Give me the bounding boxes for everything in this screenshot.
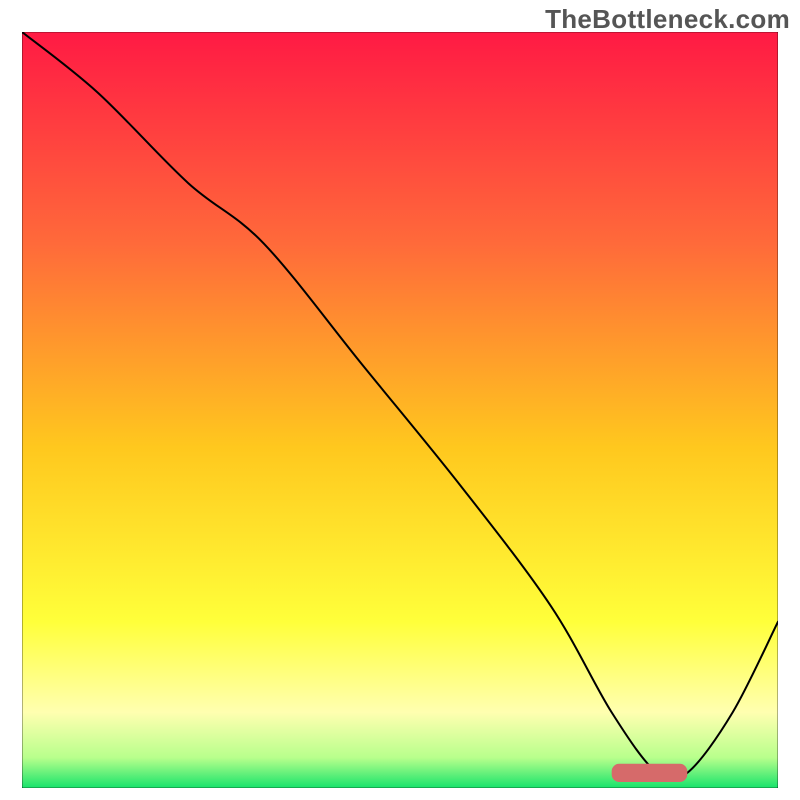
chart-svg	[22, 32, 778, 788]
watermark-text: TheBottleneck.com	[545, 4, 790, 35]
chart-area	[22, 32, 778, 788]
optimal-marker	[612, 764, 688, 782]
